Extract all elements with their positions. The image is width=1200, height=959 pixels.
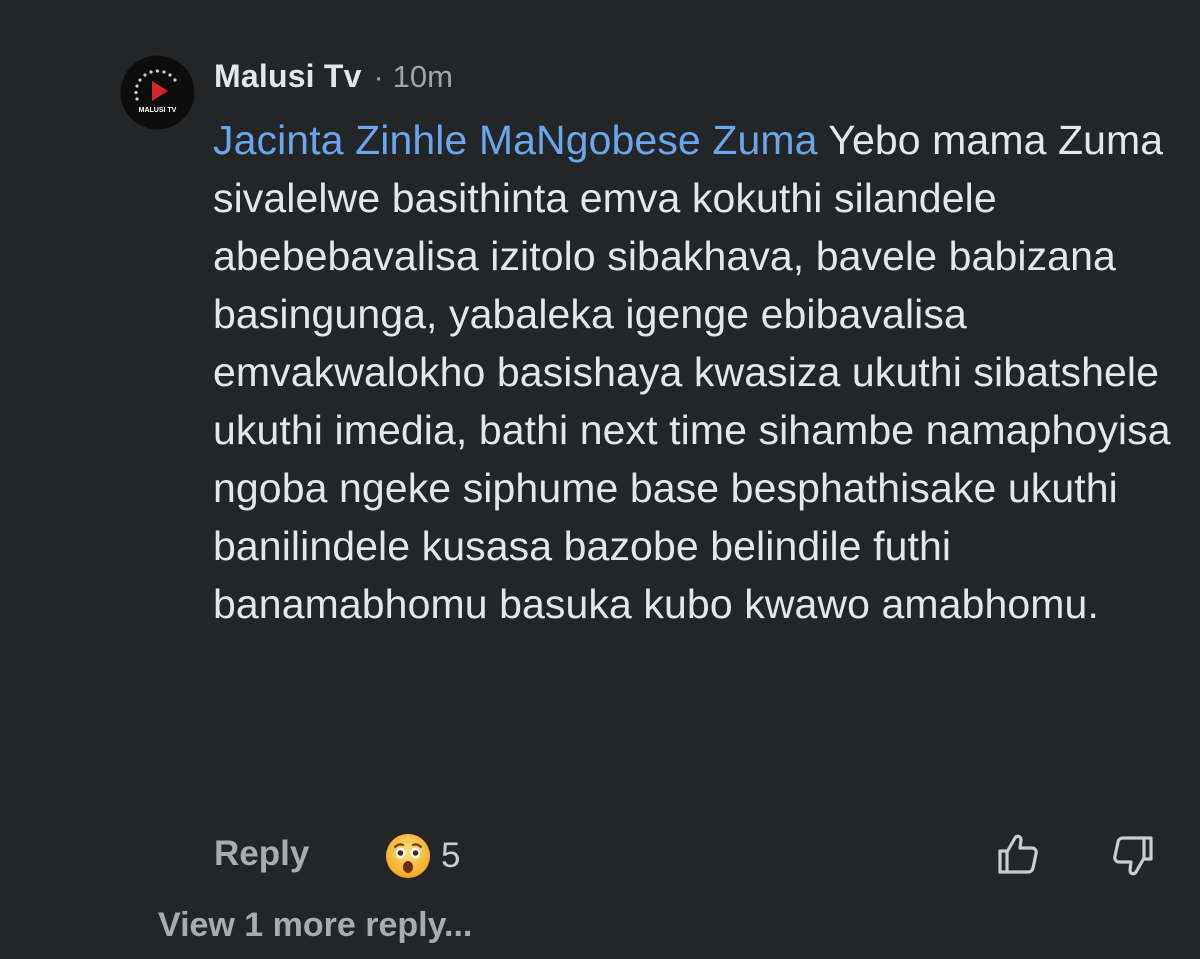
comment-thread: MALUSI TV Malusi Tv · 10m Jacinta Zinhle… (0, 0, 1200, 959)
avatar[interactable]: MALUSI TV (120, 55, 195, 130)
timestamp[interactable]: 10m (393, 59, 453, 95)
astonished-face-emoji-icon (386, 834, 430, 878)
like-button[interactable] (994, 830, 1042, 878)
separator-dot: · (373, 61, 384, 94)
view-more-replies-link[interactable]: View 1 more reply... (158, 906, 472, 945)
avatar-logo-text: MALUSI TV (139, 107, 177, 114)
comment-text: Yebo mama Zuma sivalelwe basithinta emva… (213, 117, 1171, 627)
reply-button[interactable]: Reply (214, 834, 309, 874)
thumbs-up-icon (998, 834, 1038, 874)
mention-link[interactable]: Jacinta Zinhle MaNgobese Zuma (213, 117, 818, 163)
dislike-button[interactable] (1109, 832, 1157, 880)
comment-body: Jacinta Zinhle MaNgobese Zuma Yebo mama … (213, 111, 1173, 633)
comment-actions: Reply 5 (214, 826, 1164, 886)
comment-header: Malusi Tv · 10m (214, 58, 453, 98)
reaction-count: 5 (441, 836, 461, 875)
thumbs-down-icon (1113, 836, 1153, 876)
malusi-tv-logo-icon: MALUSI TV (120, 55, 195, 130)
author-name[interactable]: Malusi Tv (214, 58, 362, 95)
reaction-summary[interactable]: 5 (384, 829, 460, 883)
